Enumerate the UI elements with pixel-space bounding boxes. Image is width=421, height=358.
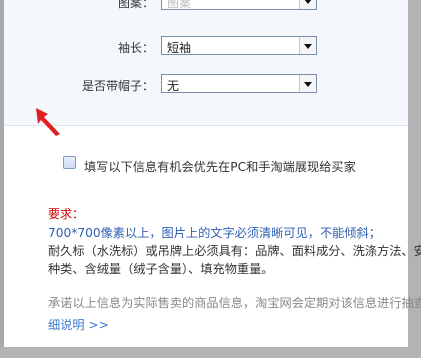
pattern-select[interactable]: 图案 <box>161 0 317 10</box>
requirements-line-1: 700*700像素以上，图片上的文字必须清晰可见，不能倾斜； <box>48 226 381 240</box>
hood-select[interactable]: 无 <box>161 74 317 93</box>
pattern-select-value: 图案 <box>167 0 192 10</box>
sleeve-length-value: 短袖 <box>167 41 192 55</box>
detail-link[interactable]: 细说明 >> <box>48 315 109 333</box>
sleeve-length-select[interactable]: 短袖 <box>161 36 317 55</box>
chevron-down-icon <box>304 82 312 87</box>
hood-label: 是否带帽子： <box>81 79 154 93</box>
requirements-line-3: 种类、含绒量（绒子含量）、填充物重量。 <box>48 262 274 276</box>
chevron-down-icon <box>304 44 312 49</box>
pattern-dropdown-button[interactable] <box>299 0 316 9</box>
product-attributes-panel: 图案： 图案 袖长： 短袖 是否带帽子： 无 填写以下信息有机会优先在PC和手淘… <box>4 0 421 347</box>
priority-display-checkbox[interactable] <box>63 156 76 169</box>
sleeve-length-label: 袖长： <box>117 41 154 55</box>
promise-statement: 承诺以上信息为实际售卖的商品信息，淘宝网会定期对该信息进行抽查 <box>48 296 421 310</box>
attribute-form: 图案： 图案 袖长： 短袖 是否带帽子： 无 <box>4 0 408 125</box>
hood-dropdown-button[interactable] <box>299 75 316 92</box>
requirements-title: 要求： <box>48 207 85 221</box>
sleeve-length-dropdown-button[interactable] <box>299 37 316 54</box>
annotation-arrow-icon <box>36 108 60 136</box>
window-frame-bottom <box>0 347 421 358</box>
requirements-line-2: 耐久标（水洗标）或吊牌上必须具有：品牌、面料成分、洗涤方法、安 <box>48 244 421 258</box>
section-divider <box>4 125 408 126</box>
pattern-label: 图案： <box>117 0 154 10</box>
hood-value: 无 <box>167 79 180 93</box>
priority-display-label[interactable]: 填写以下信息有机会优先在PC和手淘端展现给买家 <box>84 157 356 175</box>
chevron-down-icon <box>304 0 312 4</box>
